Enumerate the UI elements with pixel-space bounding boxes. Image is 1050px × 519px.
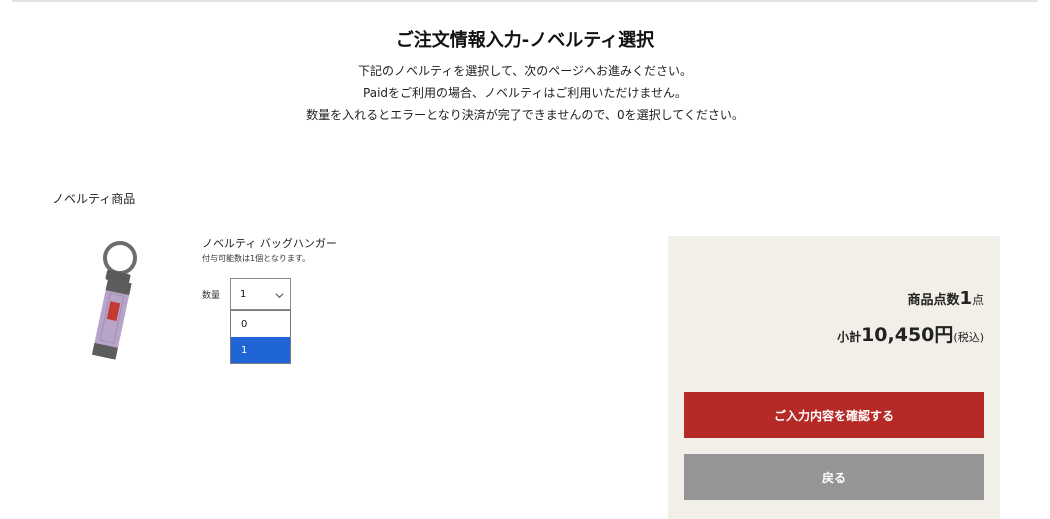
instruction-line: 数量を入れるとエラーとなり決済が完了できませんので、0を選択してください。 — [306, 108, 744, 122]
confirm-input-button[interactable]: ご入力内容を確認する — [684, 392, 984, 438]
page-header: ご注文情報入力-ノベルティ選択 下記のノベルティを選択して、次のページへお進みく… — [0, 28, 1050, 126]
instruction-line: Paidをご利用の場合、ノベルティはご利用いただけません。 — [363, 86, 687, 100]
quantity-label: 数量 — [202, 291, 221, 301]
page-title: ご注文情報入力-ノベルティ選択 — [395, 30, 655, 51]
subtotal-amount: 10,450円 — [861, 324, 954, 346]
quantity-dropdown-list: 0 1 — [230, 310, 291, 364]
novelty-section-label: ノベルティ商品 — [52, 192, 136, 206]
instructions: 下記のノベルティを選択して、次のページへお進みください。 Paidをご利用の場合… — [0, 60, 1050, 126]
quantity-row: 数量 1 — [202, 278, 291, 310]
quantity-option-0[interactable]: 0 — [231, 311, 290, 337]
product-note: 付与可能数は1個となります。 — [202, 254, 311, 263]
product-name: ノベルティ バッグハンガー — [202, 237, 337, 250]
order-summary-panel: 商品点数1点 小計10,450円(税込) ご入力内容を確認する 戻る — [668, 236, 1000, 519]
top-divider — [12, 0, 1038, 2]
back-button[interactable]: 戻る — [684, 454, 984, 500]
instruction-line: 下記のノベルティを選択して、次のページへお進みください。 — [357, 64, 693, 78]
item-count-value: 1 — [959, 288, 972, 309]
chevron-down-icon — [275, 293, 284, 299]
product-info: ノベルティ バッグハンガー 付与可能数は1個となります。 — [202, 236, 337, 266]
subtotal-tax-note: (税込) — [953, 331, 984, 344]
item-count-label: 商品点数 — [907, 293, 960, 308]
subtotal: 小計10,450円(税込) — [837, 320, 984, 347]
item-count-unit: 点 — [971, 293, 984, 307]
keychain-bag-hanger-icon — [91, 241, 137, 360]
quantity-option-1[interactable]: 1 — [231, 337, 290, 363]
quantity-select[interactable]: 1 — [230, 278, 291, 310]
quantity-selected-value: 1 — [240, 289, 247, 300]
subtotal-label: 小計 — [837, 330, 862, 344]
item-count: 商品点数1点 — [907, 288, 984, 309]
